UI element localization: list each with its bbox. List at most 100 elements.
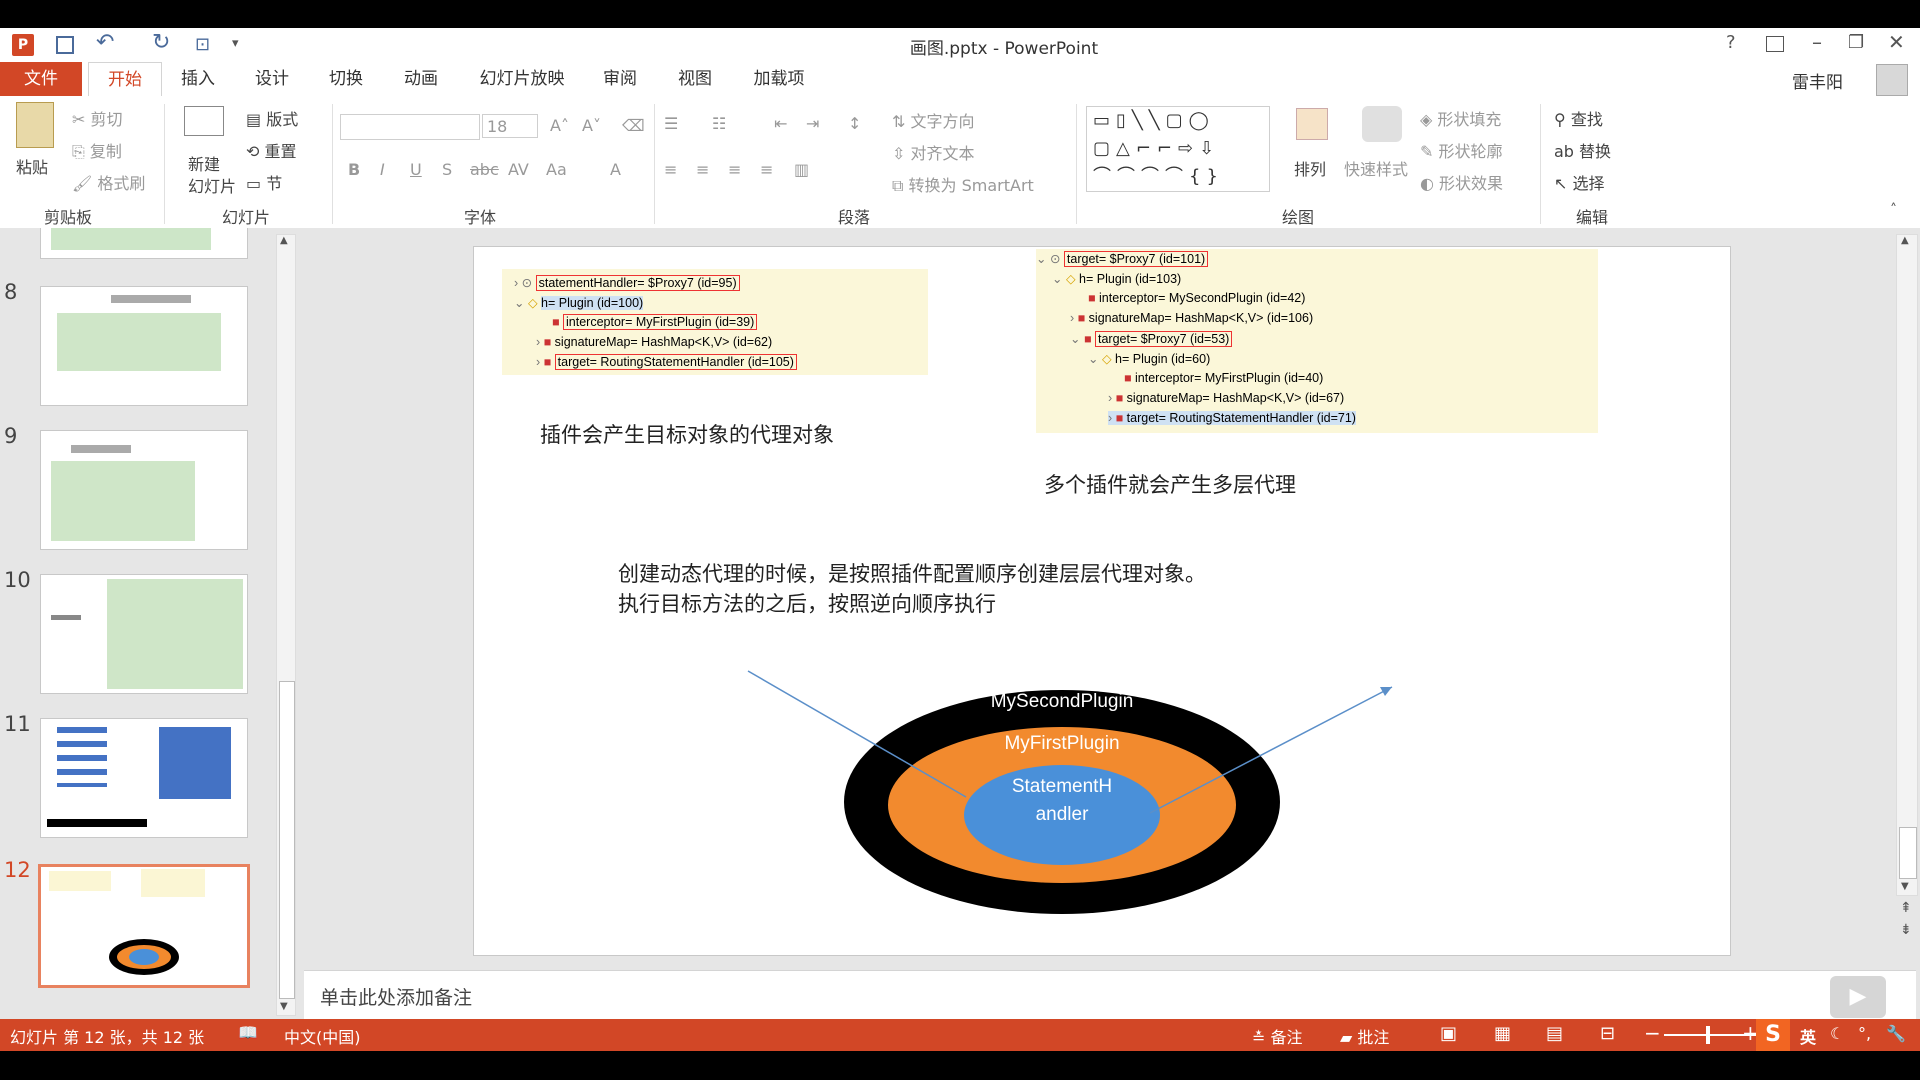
shapes-gallery[interactable]: ▭▯╲╲▢◯ ▢△⌐⌐⇨⇩ ⌒⌒⌒⌒{} xyxy=(1086,106,1270,192)
ime-logo-icon[interactable]: S xyxy=(1756,1019,1790,1051)
close-button[interactable]: ✕ xyxy=(1888,30,1905,54)
arrange-icon[interactable] xyxy=(1296,108,1328,140)
columns-icon[interactable]: ▥ xyxy=(794,160,809,179)
align-left-icon[interactable]: ≡ xyxy=(664,160,677,179)
slide-thumbnail-12[interactable] xyxy=(38,864,250,988)
outdent-icon[interactable]: ⇤ xyxy=(774,114,787,133)
tab-insert[interactable]: 插入 xyxy=(170,62,226,96)
find-button[interactable]: ⚲ 查找 xyxy=(1554,106,1603,130)
ribbon-display-icon[interactable] xyxy=(1766,36,1784,52)
select-button[interactable]: ↖ 选择 xyxy=(1554,170,1605,194)
tab-slideshow[interactable]: 幻灯片放映 xyxy=(470,62,574,96)
shape-outline-button[interactable]: ✎ 形状轮廓 xyxy=(1420,138,1503,162)
comments-button[interactable]: ▰ 批注 xyxy=(1340,1024,1389,1048)
font-size-dropdown[interactable]: 18 xyxy=(482,114,538,138)
slide-counter[interactable]: 幻灯片 第 12 张，共 12 张 xyxy=(10,1024,204,1048)
slide-thumbnail-9[interactable] xyxy=(40,430,248,550)
slide-canvas[interactable]: › ⊙ statementHandler= $Proxy7 (id=95) ⌄ … xyxy=(473,246,1731,956)
tab-review[interactable]: 审阅 xyxy=(592,62,648,96)
zoom-slider-thumb[interactable] xyxy=(1706,1026,1710,1044)
prev-slide-icon[interactable]: ⇞ xyxy=(1900,900,1912,916)
ime-language[interactable]: 英 xyxy=(1800,1024,1816,1048)
font-color-icon[interactable]: A xyxy=(610,160,621,179)
line-spacing-icon[interactable]: ↕ xyxy=(848,114,861,133)
slide-thumbnail-11[interactable] xyxy=(40,718,248,838)
reading-view-icon[interactable]: ▤ xyxy=(1546,1023,1563,1044)
spellcheck-icon[interactable]: 📖 xyxy=(238,1023,258,1042)
clear-format-icon[interactable]: ⌫ xyxy=(622,116,645,135)
change-case-icon[interactable]: Aa xyxy=(546,160,567,179)
ime-punct-icon[interactable]: °, xyxy=(1858,1024,1871,1043)
quick-styles-icon[interactable] xyxy=(1362,106,1402,142)
paste-icon[interactable] xyxy=(16,102,54,148)
minimize-button[interactable]: – xyxy=(1812,30,1822,54)
tab-animations[interactable]: 动画 xyxy=(393,62,449,96)
arrange-button[interactable]: 排列 xyxy=(1294,156,1326,180)
copy-button[interactable]: ⎘ 复制 xyxy=(72,138,122,162)
format-painter-button[interactable]: 🖌 格式刷 xyxy=(72,170,145,194)
restore-button[interactable]: ❐ xyxy=(1848,32,1864,53)
collapse-ribbon-icon[interactable]: ˄ xyxy=(1890,202,1897,218)
zoom-out-icon[interactable]: − xyxy=(1644,1021,1661,1045)
new-slide-button[interactable]: 新建 幻灯片 xyxy=(188,154,236,198)
tab-design[interactable]: 设计 xyxy=(244,62,300,96)
paste-button[interactable]: 粘贴 xyxy=(16,154,48,178)
section-button[interactable]: ▭ 节 xyxy=(246,170,282,194)
bullets-icon[interactable]: ☰ xyxy=(664,114,678,133)
slideshow-view-icon[interactable]: ⊟ xyxy=(1600,1023,1615,1044)
italic-icon[interactable]: I xyxy=(380,160,385,179)
numbering-icon[interactable]: ☷ xyxy=(712,114,726,133)
scroll-thumb[interactable] xyxy=(279,681,295,999)
scroll-thumb[interactable] xyxy=(1899,827,1917,879)
new-slide-icon[interactable] xyxy=(184,106,224,136)
scroll-up-icon[interactable]: ▲ xyxy=(1901,235,1909,246)
ime-settings-icon[interactable]: 🔧 xyxy=(1886,1024,1906,1043)
play-icon[interactable]: ▶ xyxy=(1830,976,1886,1018)
slide-thumbnail-8[interactable] xyxy=(40,286,248,406)
slide-sorter-icon[interactable]: ▦ xyxy=(1494,1023,1511,1044)
tab-transitions[interactable]: 切换 xyxy=(318,62,374,96)
strikethrough-icon[interactable]: abc xyxy=(470,160,499,179)
notes-button[interactable]: ≛ 备注 xyxy=(1252,1024,1303,1048)
tab-addins[interactable]: 加载项 xyxy=(744,62,814,96)
shape-fill-button[interactable]: ◈ 形状填充 xyxy=(1420,106,1501,130)
underline-icon[interactable]: U xyxy=(410,160,422,179)
align-right-icon[interactable]: ≡ xyxy=(728,160,741,179)
user-name[interactable]: 雷丰阳 xyxy=(1792,68,1843,93)
slide-scrollbar[interactable]: ▲ ▼ xyxy=(1896,234,1918,896)
language-indicator[interactable]: 中文(中国) xyxy=(284,1024,361,1048)
tab-home[interactable]: 开始 xyxy=(88,62,162,97)
char-spacing-icon[interactable]: AV xyxy=(508,160,529,179)
layout-button[interactable]: ▤ 版式 xyxy=(246,106,298,130)
normal-view-icon[interactable]: ▣ xyxy=(1440,1023,1457,1044)
avatar[interactable] xyxy=(1876,64,1908,96)
slide-thumbnail-10[interactable] xyxy=(40,574,248,694)
tab-view[interactable]: 视图 xyxy=(667,62,723,96)
bold-icon[interactable]: B xyxy=(348,160,360,179)
help-button[interactable]: ? xyxy=(1726,32,1736,53)
smartart-button[interactable]: ⧉ 转换为 SmartArt xyxy=(892,172,1034,196)
scroll-up-icon[interactable]: ▲ xyxy=(280,235,288,246)
cut-button[interactable]: ✂ 剪切 xyxy=(72,106,123,130)
scroll-down-icon[interactable]: ▼ xyxy=(280,1001,288,1012)
ime-moon-icon[interactable]: ☾ xyxy=(1830,1024,1844,1043)
shadow-icon[interactable]: S xyxy=(442,160,452,179)
align-center-icon[interactable]: ≡ xyxy=(696,160,709,179)
align-text-button[interactable]: ⇳ 对齐文本 xyxy=(892,140,975,164)
thumbnail-scrollbar[interactable]: ▲ ▼ xyxy=(276,234,296,1016)
grow-font-icon[interactable]: A˄ xyxy=(550,116,569,135)
shrink-font-icon[interactable]: A˅ xyxy=(582,116,601,135)
quick-styles-button[interactable]: 快速样式 xyxy=(1344,156,1408,180)
justify-icon[interactable]: ≡ xyxy=(760,160,773,179)
slide-thumbnail-7[interactable] xyxy=(40,228,248,259)
notes-placeholder[interactable]: 单击此处添加备注 xyxy=(320,983,472,1010)
font-name-dropdown[interactable] xyxy=(340,114,480,140)
text-direction-button[interactable]: ⇅ 文字方向 xyxy=(892,108,975,132)
tab-file[interactable]: 文件 xyxy=(0,62,82,96)
next-slide-icon[interactable]: ⇟ xyxy=(1900,922,1912,938)
notes-pane[interactable]: 单击此处添加备注 xyxy=(304,970,1916,1020)
shape-effects-button[interactable]: ◐ 形状效果 xyxy=(1420,170,1503,194)
replace-button[interactable]: ab 替换 xyxy=(1554,138,1611,162)
scroll-down-icon[interactable]: ▼ xyxy=(1901,881,1909,892)
indent-icon[interactable]: ⇥ xyxy=(806,114,819,133)
